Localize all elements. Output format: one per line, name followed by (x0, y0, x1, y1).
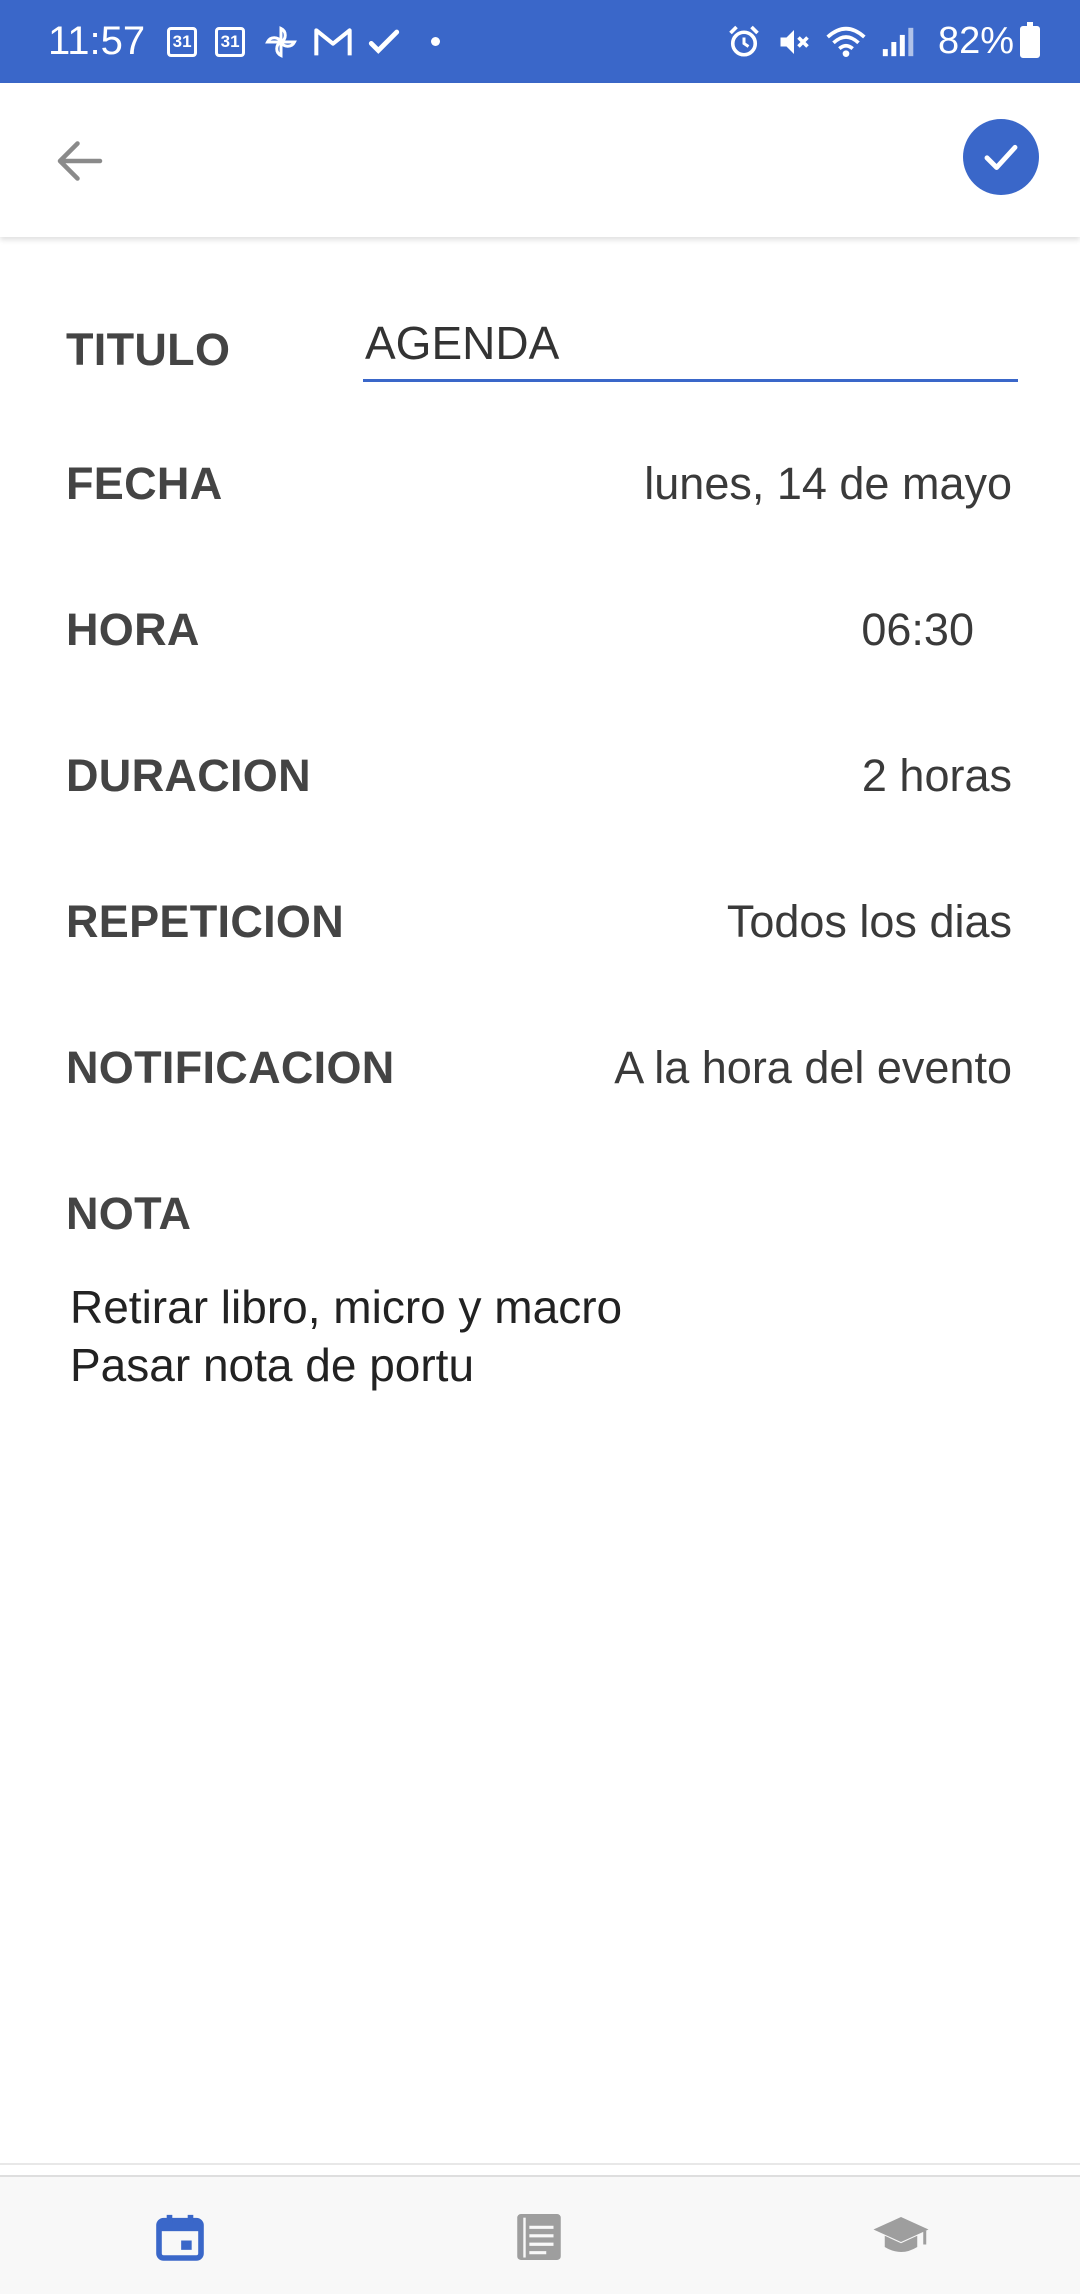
app-bar (0, 83, 1080, 237)
time-row[interactable]: HORA 06:30 (0, 594, 1080, 674)
calendar-icon: 31 (167, 26, 198, 57)
check-icon (984, 144, 1018, 170)
calendar-icon (156, 2214, 204, 2261)
status-bar: 11:57 31 31 82% (0, 0, 1080, 83)
repeat-label: REPETICION (66, 896, 345, 947)
status-time: 11:57 (48, 19, 146, 63)
arrow-back-icon (57, 141, 103, 181)
repeat-value[interactable]: Todos los dias (727, 896, 1012, 948)
date-row[interactable]: FECHA lunes, 14 de mayo (0, 448, 1080, 528)
repeat-row[interactable]: REPETICION Todos los dias (0, 886, 1080, 966)
graduation-cap-icon (873, 2217, 929, 2252)
note-label: NOTA (66, 1188, 192, 1239)
divider (0, 2163, 1080, 2165)
title-input[interactable] (363, 312, 1018, 382)
nav-item-calendar[interactable] (150, 2207, 210, 2267)
wifi-icon (826, 25, 866, 59)
title-label: TITULO (66, 324, 231, 375)
bottom-navigation (0, 2175, 1080, 2294)
gmail-icon (313, 26, 353, 58)
time-label: HORA (66, 604, 200, 655)
signal-icon (880, 25, 914, 59)
note-text[interactable]: Retirar libro, micro y macro Pasar nota … (70, 1278, 1010, 1394)
duration-label: DURACION (66, 750, 311, 801)
nav-item-notes[interactable] (509, 2207, 569, 2267)
mute-icon (776, 24, 812, 60)
battery-percentage: 82% (937, 20, 1014, 62)
pinwheel-icon (263, 24, 299, 60)
notification-value[interactable]: A la hora del evento (614, 1042, 1012, 1094)
duration-value[interactable]: 2 horas (862, 750, 1012, 802)
alarm-icon (726, 24, 762, 60)
title-row: TITULO (0, 312, 1080, 392)
date-label: FECHA (66, 458, 223, 509)
notification-label: NOTIFICACION (66, 1042, 395, 1093)
dot-icon (431, 37, 441, 46)
save-button[interactable] (963, 119, 1039, 195)
notes-icon (517, 2214, 561, 2260)
duration-row[interactable]: DURACION 2 horas (0, 740, 1080, 820)
note-row: NOTA (0, 1178, 1080, 1258)
time-value[interactable]: 06:30 (861, 604, 974, 656)
check-icon (367, 27, 401, 57)
back-button[interactable] (50, 131, 110, 191)
nav-item-courses[interactable] (871, 2207, 931, 2267)
date-value[interactable]: lunes, 14 de mayo (644, 458, 1012, 510)
notification-row[interactable]: NOTIFICACION A la hora del evento (0, 1032, 1080, 1112)
battery-icon (1020, 21, 1040, 58)
calendar-icon: 31 (215, 26, 246, 57)
